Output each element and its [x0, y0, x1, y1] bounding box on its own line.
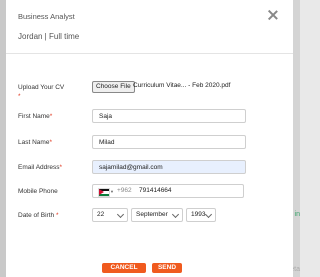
background-text-fragment: in — [294, 211, 300, 218]
required-mark: * — [49, 113, 53, 120]
header-divider — [6, 53, 293, 54]
modal-title: Business Analyst — [18, 12, 75, 21]
required-mark: * — [49, 139, 52, 146]
last-name-label: Last Name* — [18, 139, 52, 146]
dob-month-value: September — [136, 211, 168, 218]
mobile-phone-field[interactable]: ▼ +962 791414664 — [92, 184, 244, 198]
email-label: Email Address* — [18, 164, 62, 171]
selected-file-name: Curriculum Vitae... - Feb 2020.pdf — [133, 82, 231, 89]
email-label-text: Email Address — [18, 164, 60, 171]
dob-label: Date of Birth * — [18, 212, 58, 219]
jordan-flag-icon[interactable] — [98, 188, 110, 197]
first-name-field[interactable]: Saja — [92, 109, 246, 123]
dob-label-text: Date of Birth — [18, 212, 55, 219]
cancel-button[interactable]: CANCEL — [102, 263, 146, 273]
apply-modal: Business Analyst Jordan | Full time Uplo… — [6, 0, 293, 277]
last-name-field[interactable]: Milad — [92, 135, 246, 149]
send-button[interactable]: SEND — [152, 263, 182, 273]
last-name-label-text: Last Name — [18, 139, 50, 146]
cv-label: Upload Your CV — [18, 84, 65, 91]
country-code: +962 — [117, 187, 132, 194]
chevron-down-icon — [204, 210, 213, 219]
first-name-label-text: First Name — [18, 113, 50, 120]
first-name-label: First Name* — [18, 113, 52, 120]
mobile-phone-label: Mobile Phone — [18, 188, 58, 195]
required-mark: * — [55, 212, 59, 219]
phone-number-value[interactable]: 791414664 — [139, 185, 172, 197]
page-background-right: in Deta — [285, 0, 300, 277]
dob-day-select[interactable]: 22 — [92, 208, 128, 222]
chevron-down-icon — [116, 210, 125, 219]
dob-month-select[interactable]: September — [131, 208, 183, 222]
choose-file-button[interactable]: Choose File — [92, 81, 135, 93]
chevron-down-icon[interactable]: ▼ — [110, 189, 114, 194]
dob-year-select[interactable]: 1993 — [186, 208, 216, 222]
dob-year-value: 1993 — [191, 211, 206, 218]
modal-subtitle: Jordan | Full time — [18, 32, 80, 41]
chevron-down-icon — [171, 210, 180, 219]
required-mark: * — [59, 164, 63, 171]
email-field[interactable]: sajamilad@gmail.com — [92, 160, 246, 174]
dob-day-value: 22 — [97, 211, 105, 218]
close-icon[interactable] — [267, 9, 279, 21]
required-mark: * — [18, 93, 21, 100]
